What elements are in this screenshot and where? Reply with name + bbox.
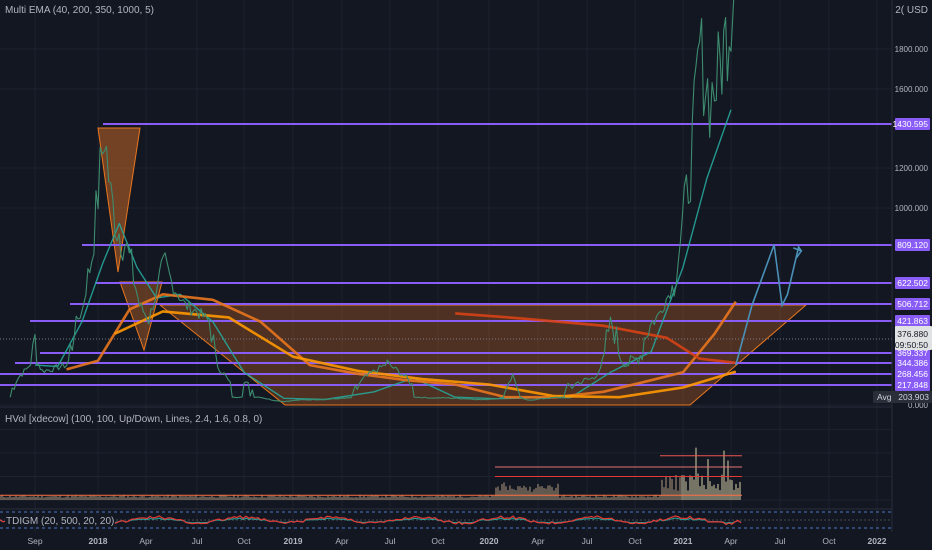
time-tick-label: Jul xyxy=(385,536,396,546)
price-tick-label: 1600.000 xyxy=(895,85,929,94)
time-tick-label: Apr xyxy=(724,536,737,546)
time-tick-label: 2019 xyxy=(284,536,303,546)
level-badge-label: 421.863 xyxy=(897,316,928,326)
countdown-label: 09:50:50 xyxy=(895,340,928,350)
level-badge-label: 809.120 xyxy=(897,240,928,250)
avg-label: Avg xyxy=(877,392,892,402)
time-tick-label: 2021 xyxy=(674,536,693,546)
time-tick-label: Oct xyxy=(431,536,445,546)
price-tick-label: 1800.000 xyxy=(895,45,929,54)
price-axis-background xyxy=(893,0,932,532)
chart-canvas[interactable]: 75K50K25K0 50.000 1800.0001600.0001200.0… xyxy=(0,0,932,550)
currency-code: USD xyxy=(906,5,928,16)
level-badge-label: 622.502 xyxy=(897,278,928,288)
time-tick-label: Sep xyxy=(27,536,42,546)
price-tick-label: 1200.000 xyxy=(895,164,929,173)
multi-ema-legend[interactable]: Multi EMA (40, 200, 350, 1000, 5) xyxy=(5,5,154,16)
time-tick-label: Apr xyxy=(531,536,544,546)
currency-prefix: 2( xyxy=(895,5,905,16)
time-tick-label: Jul xyxy=(775,536,786,546)
time-tick-label: 2020 xyxy=(480,536,499,546)
level-badge-label: 506.712 xyxy=(897,299,928,309)
level-badge-label: 217.848 xyxy=(897,380,928,390)
time-tick-label: Jul xyxy=(192,536,203,546)
tdigm-legend[interactable]: TDIGM (20, 500, 20, 20) xyxy=(5,516,116,527)
time-tick-label: Apr xyxy=(139,536,152,546)
level-badge-label: 1430.595 xyxy=(893,119,929,129)
time-tick-label: Jul xyxy=(582,536,593,546)
price-tick-label: 1000.000 xyxy=(895,204,929,213)
time-tick-label: 2022 xyxy=(868,536,887,546)
time-tick-label: Oct xyxy=(628,536,642,546)
avg-value: 203.903 xyxy=(898,392,929,402)
time-tick-label: 2018 xyxy=(89,536,108,546)
level-badge-label: 268.456 xyxy=(897,369,928,379)
time-tick-label: Oct xyxy=(237,536,251,546)
current-price-label: 376.880 xyxy=(897,329,928,339)
currency-label[interactable]: 2( USD xyxy=(895,5,928,16)
hvol-legend[interactable]: HVol [xdecow] (100, 100, Up/Down, Lines,… xyxy=(5,414,262,425)
time-tick-label: Apr xyxy=(335,536,348,546)
level-badge-label: 344.386 xyxy=(897,358,928,368)
time-tick-label: Oct xyxy=(822,536,836,546)
